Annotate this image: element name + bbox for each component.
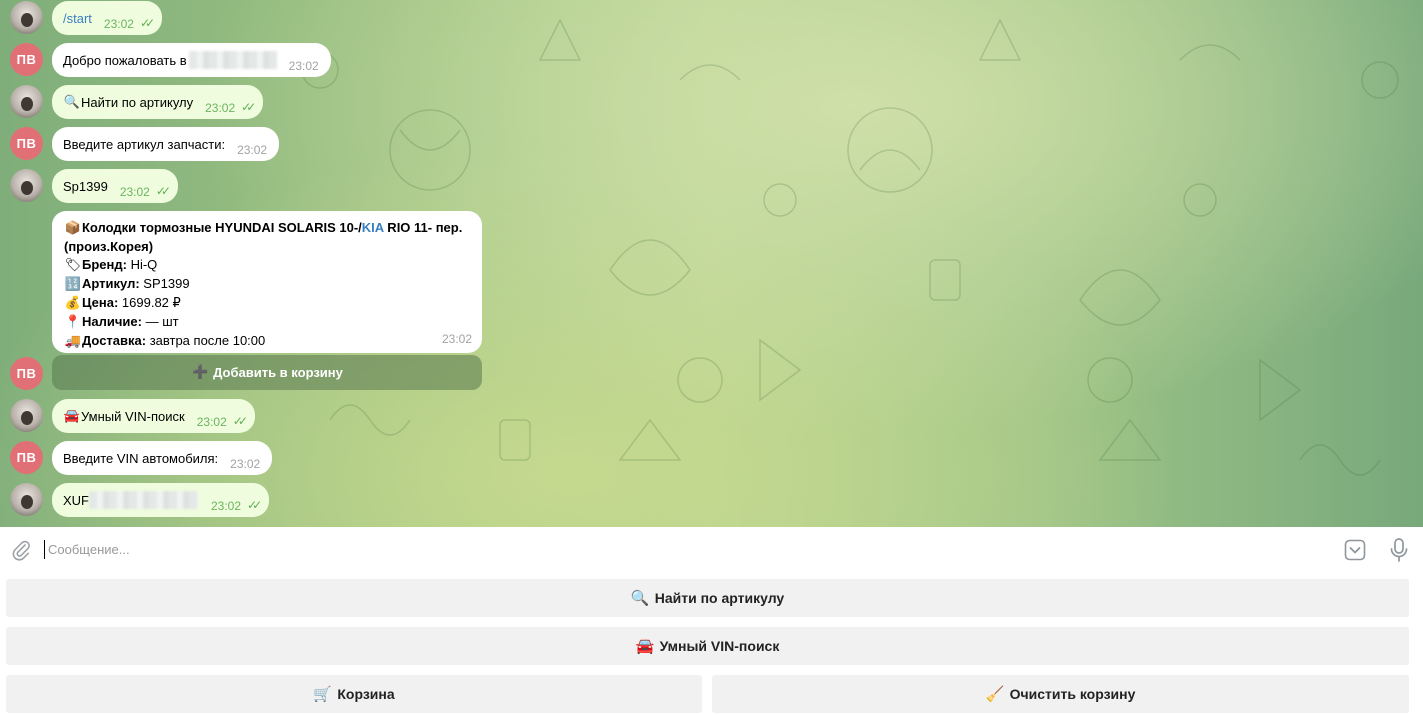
message-time: 23:02 (103, 17, 134, 31)
read-checkmarks-icon: ✓✓ (232, 414, 248, 428)
message-text: Добро пожаловать в (63, 52, 187, 68)
search-icon: 🔍 (63, 94, 81, 110)
message-bubble-outgoing[interactable]: XUF 23:02 ✓✓ (52, 483, 270, 517)
message-bubble-incoming[interactable]: Введите артикул запчасти: 23:02 (52, 127, 280, 161)
message-text: Найти по артикулу (81, 94, 194, 110)
message-composer (0, 527, 1423, 573)
keyboard-button-label: Умный VIN-поиск (659, 638, 780, 654)
broom-icon: 🧹 (985, 685, 1005, 703)
message-bubble-outgoing[interactable]: Sp1399 23:02 ✓✓ (52, 169, 178, 203)
article-label: Артикул: (82, 276, 140, 291)
user-avatar[interactable] (10, 1, 43, 34)
message-text: Sp1399 (63, 178, 108, 194)
truck-icon: 🚚 (64, 334, 82, 349)
read-checkmarks-icon: ✓✓ (247, 498, 262, 512)
brand-label: Бренд: (82, 257, 127, 272)
bot-avatar[interactable]: ПВ (10, 43, 43, 76)
message-time: 23:02 (441, 332, 472, 346)
clear-cart-button[interactable]: 🧹 Очистить корзину (712, 675, 1409, 713)
product-title-line2: (произ.Корея) (64, 239, 154, 254)
product-card-message[interactable]: 📦Колодки тормозные HYUNDAI SOLARIS 10-/K… (52, 211, 482, 353)
microphone-icon[interactable] (1388, 537, 1410, 563)
user-avatar[interactable] (10, 399, 43, 432)
message-bubble-outgoing[interactable]: 🚘 Умный VIN-поиск 23:02 ✓✓ (52, 399, 255, 433)
user-avatar[interactable] (10, 85, 43, 118)
chat-area: /start 23:02 ✓✓ ПВ Добро пожаловать в 23… (0, 0, 1423, 527)
user-avatar[interactable] (10, 483, 43, 516)
bot-avatar[interactable]: ПВ (10, 441, 43, 474)
message-text: Введите VIN автомобиля: (63, 450, 219, 466)
message-text[interactable]: /start (63, 11, 92, 26)
price-value: 1699.82 ₽ (118, 295, 181, 310)
text-caret (44, 540, 45, 559)
read-checkmarks-icon: ✓✓ (155, 184, 171, 198)
vin-search-button[interactable]: 🚘 Умный VIN-поиск (6, 627, 1409, 665)
message-text: Умный VIN-поиск (81, 408, 185, 424)
user-avatar[interactable] (10, 169, 43, 202)
message-time: 23:02 (196, 415, 227, 429)
message-text: XUF (63, 492, 89, 508)
reply-keyboard: 🔍 Найти по артикулу 🚘 Умный VIN-поиск 🛒 … (0, 573, 1423, 715)
pin-icon: 📍 (64, 315, 82, 330)
bot-avatar[interactable]: ПВ (10, 357, 43, 390)
find-by-article-button[interactable]: 🔍 Найти по артикулу (6, 579, 1409, 617)
message-text: Введите артикул запчасти: (63, 136, 226, 152)
message-time: 23:02 (230, 457, 261, 471)
message-bubble-outgoing[interactable]: 🔍 Найти по артикулу 23:02 ✓✓ (52, 85, 264, 119)
message-time: 23:02 (237, 143, 268, 157)
read-checkmarks-icon: ✓✓ (139, 16, 155, 30)
message-bubble-incoming[interactable]: Добро пожаловать в 23:02 (52, 43, 331, 77)
keyboard-button-label: Найти по артикулу (654, 590, 785, 606)
shopping-cart-icon: 🛒 (313, 685, 333, 703)
add-to-cart-button[interactable]: ➕ Добавить в корзину (52, 355, 482, 390)
cart-button[interactable]: 🛒 Корзина (6, 675, 702, 713)
car-icon: 🚘 (63, 408, 81, 424)
search-icon: 🔍 (630, 589, 650, 607)
read-checkmarks-icon: ✓✓ (241, 100, 256, 114)
redacted-text (89, 491, 199, 509)
car-icon: 🚘 (635, 637, 655, 655)
stock-label: Наличие: (82, 314, 142, 329)
add-to-cart-label: Добавить в корзину (213, 365, 343, 380)
paperclip-icon[interactable] (10, 539, 32, 561)
keyboard-button-label: Очистить корзину (1009, 686, 1136, 702)
article-value: SP1399 (139, 276, 190, 291)
package-icon: 📦 (64, 221, 82, 236)
stock-value: — шт (141, 314, 179, 329)
bot-avatar[interactable]: ПВ (10, 127, 43, 160)
product-title: Колодки тормозные HYUNDAI SOLARIS 10-/KI… (82, 220, 463, 235)
message-time: 23:02 (119, 185, 150, 199)
product-title-link[interactable]: KIA (362, 220, 384, 235)
money-bag-icon: 💰 (64, 296, 82, 311)
message-bubble-outgoing[interactable]: /start 23:02 ✓✓ (52, 1, 163, 35)
tag-icon: 🏷 (64, 258, 82, 273)
redacted-text (188, 51, 277, 69)
plus-icon: ➕ (192, 365, 209, 380)
bot-keyboard-toggle-icon[interactable] (1343, 538, 1367, 562)
message-bubble-incoming[interactable]: Введите VIN автомобиля: 23:02 (52, 441, 273, 475)
message-time: 23:02 (288, 59, 319, 73)
message-time: 23:02 (205, 101, 236, 115)
message-time: 23:02 (211, 499, 242, 513)
keyboard-button-label: Корзина (337, 686, 395, 702)
delivery-value: завтра после 10:00 (146, 333, 266, 348)
message-input[interactable] (48, 537, 1248, 561)
numbers-icon: 🔢 (64, 277, 82, 292)
price-label: Цена: (82, 295, 119, 310)
brand-value: Hi-Q (126, 257, 158, 272)
delivery-label: Доставка: (82, 333, 147, 348)
